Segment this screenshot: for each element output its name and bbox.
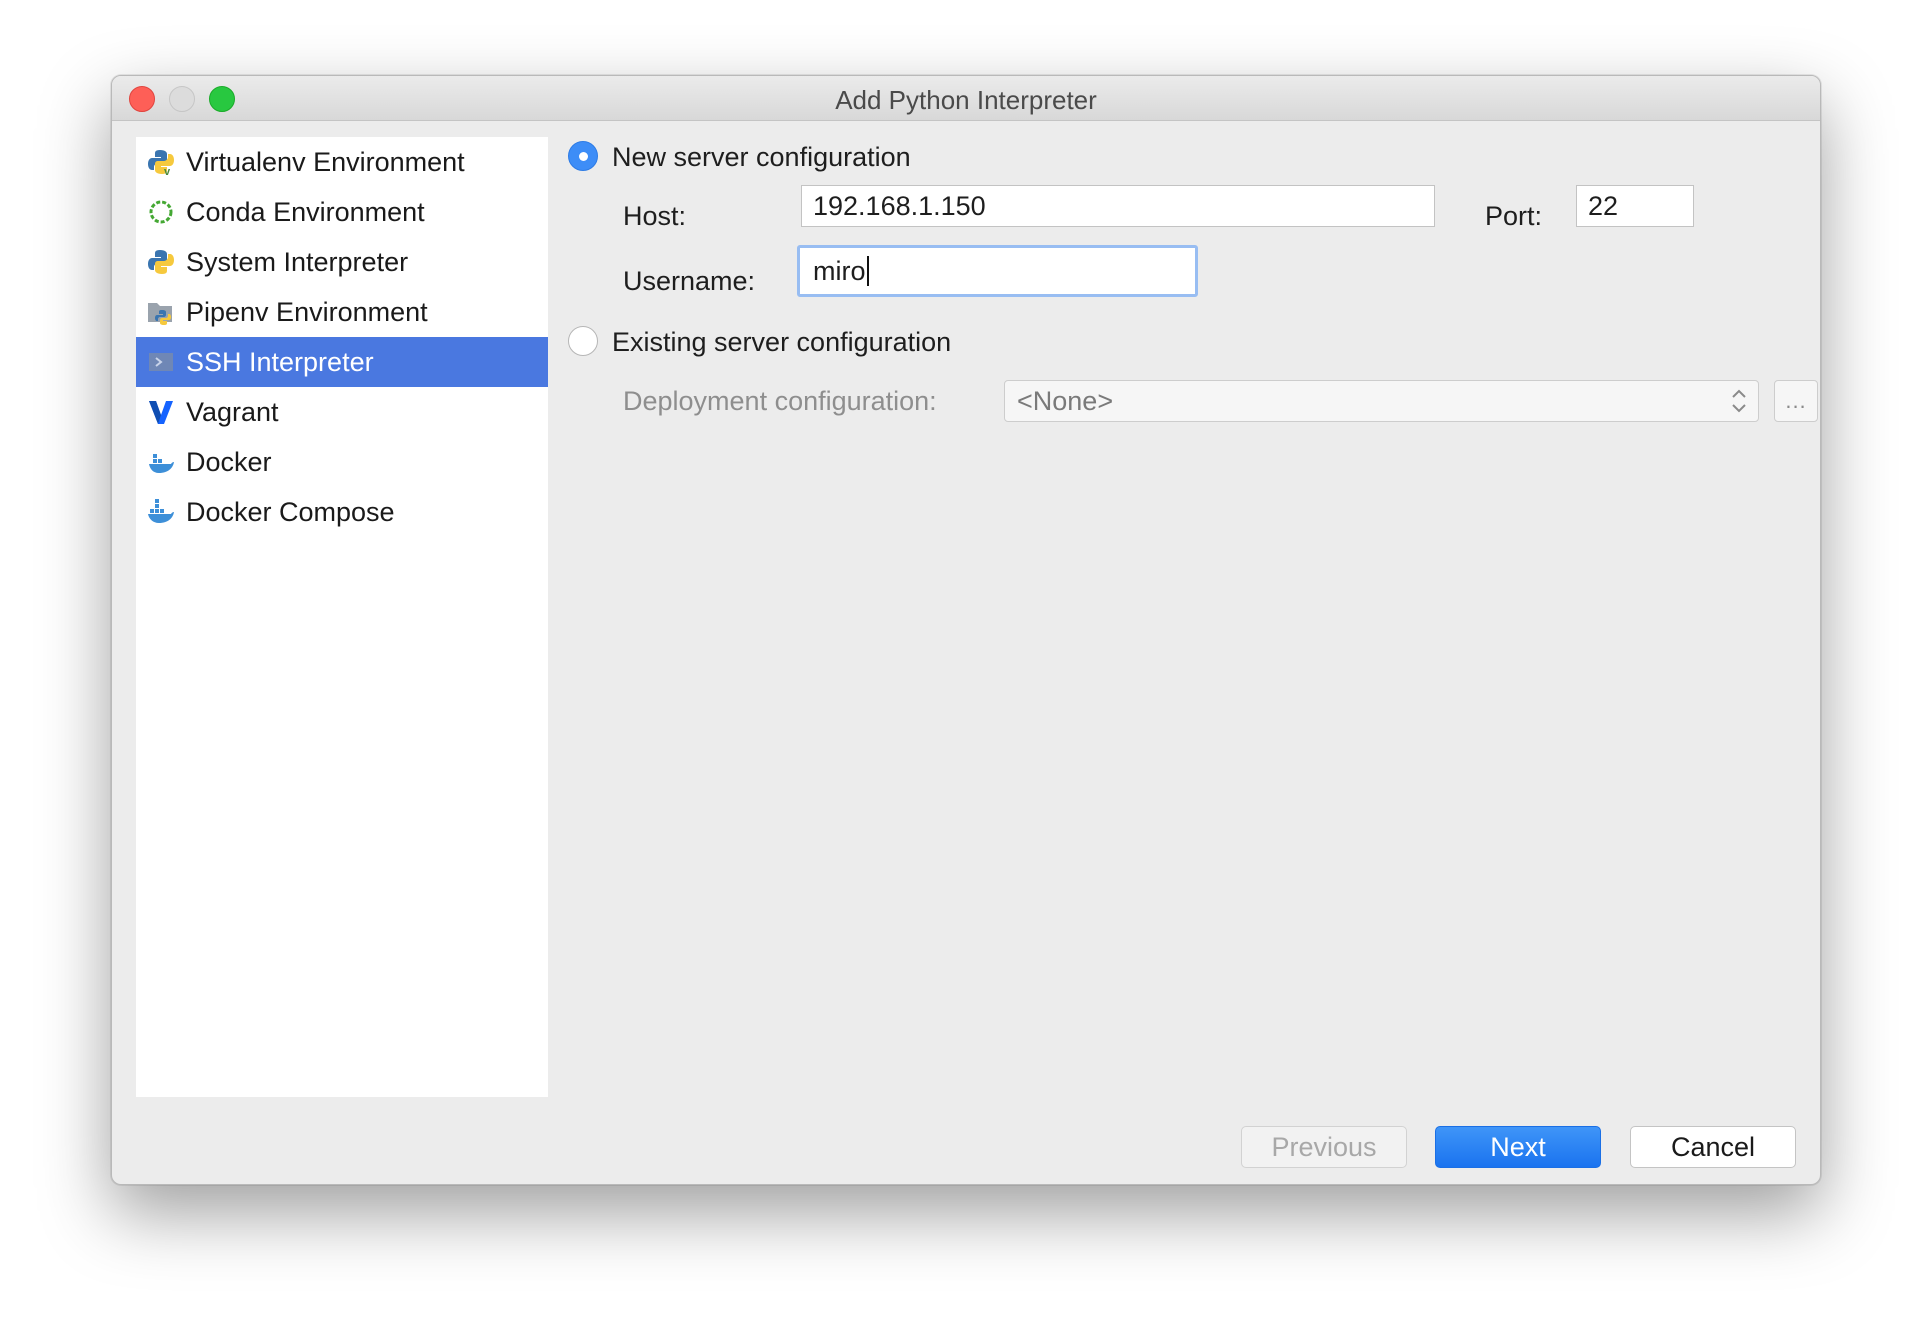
cancel-button[interactable]: Cancel bbox=[1630, 1126, 1796, 1168]
sidebar-item-label: Conda Environment bbox=[186, 196, 425, 227]
docker-compose-icon bbox=[146, 497, 176, 527]
username-label: Username: bbox=[623, 266, 756, 296]
port-label: Port: bbox=[1485, 201, 1543, 231]
port-input[interactable]: 22 bbox=[1576, 185, 1694, 227]
docker-icon bbox=[146, 447, 176, 477]
python-icon bbox=[146, 247, 176, 277]
ssh-icon bbox=[146, 347, 176, 377]
next-button[interactable]: Next bbox=[1435, 1126, 1601, 1168]
sidebar-item-label: Vagrant bbox=[186, 396, 279, 427]
ssh-config-panel: New server configuration Host: 192.168.1… bbox=[568, 137, 1820, 1184]
deployment-configuration-value: <None> bbox=[1017, 385, 1114, 416]
sidebar-item-label: Docker Compose bbox=[186, 496, 395, 527]
host-value: 192.168.1.150 bbox=[813, 190, 986, 221]
sidebar-item-system-interpreter[interactable]: System Interpreter bbox=[136, 237, 548, 287]
interpreter-type-list: v Virtualenv Environment Conda Environme… bbox=[136, 137, 548, 1097]
updown-arrows-icon bbox=[1730, 386, 1748, 423]
sidebar-item-docker-compose[interactable]: Docker Compose bbox=[136, 487, 548, 537]
pipenv-icon bbox=[146, 297, 176, 327]
text-caret bbox=[866, 256, 869, 286]
python-venv-icon: v bbox=[146, 147, 176, 177]
existing-server-radio[interactable] bbox=[568, 326, 598, 356]
sidebar-item-ssh-interpreter[interactable]: SSH Interpreter bbox=[136, 337, 548, 387]
previous-button[interactable]: Previous bbox=[1241, 1126, 1407, 1168]
window-title: Add Python Interpreter bbox=[835, 85, 1097, 115]
add-python-interpreter-dialog: Add Python Interpreter v Virtualenv Envi… bbox=[111, 75, 1821, 1185]
existing-server-label: Existing server configuration bbox=[612, 327, 952, 357]
vagrant-icon bbox=[146, 397, 176, 427]
title-bar: Add Python Interpreter bbox=[112, 76, 1820, 121]
sidebar-item-docker[interactable]: Docker bbox=[136, 437, 548, 487]
sidebar-item-conda[interactable]: Conda Environment bbox=[136, 187, 548, 237]
sidebar-item-vagrant[interactable]: Vagrant bbox=[136, 387, 548, 437]
username-value: miro bbox=[813, 255, 866, 286]
deployment-configuration-select[interactable]: <None> bbox=[1004, 380, 1759, 422]
new-server-label: New server configuration bbox=[612, 142, 911, 172]
host-input[interactable]: 192.168.1.150 bbox=[801, 185, 1435, 227]
sidebar-item-pipenv[interactable]: Pipenv Environment bbox=[136, 287, 548, 337]
sidebar-item-virtualenv[interactable]: v Virtualenv Environment bbox=[136, 137, 548, 187]
sidebar-item-label: Docker bbox=[186, 446, 272, 477]
svg-text:v: v bbox=[164, 166, 171, 176]
conda-icon bbox=[146, 197, 176, 227]
port-value: 22 bbox=[1588, 190, 1619, 221]
deployment-configuration-label: Deployment configuration: bbox=[623, 386, 937, 416]
host-label: Host: bbox=[623, 201, 687, 231]
sidebar-item-label: Virtualenv Environment bbox=[186, 146, 465, 177]
sidebar-item-label: System Interpreter bbox=[186, 246, 409, 277]
username-input[interactable]: miro bbox=[797, 245, 1198, 297]
sidebar-item-label: Pipenv Environment bbox=[186, 296, 428, 327]
browse-deployment-button[interactable]: ... bbox=[1774, 380, 1818, 422]
sidebar-item-label: SSH Interpreter bbox=[186, 346, 374, 377]
new-server-radio[interactable] bbox=[568, 141, 598, 171]
